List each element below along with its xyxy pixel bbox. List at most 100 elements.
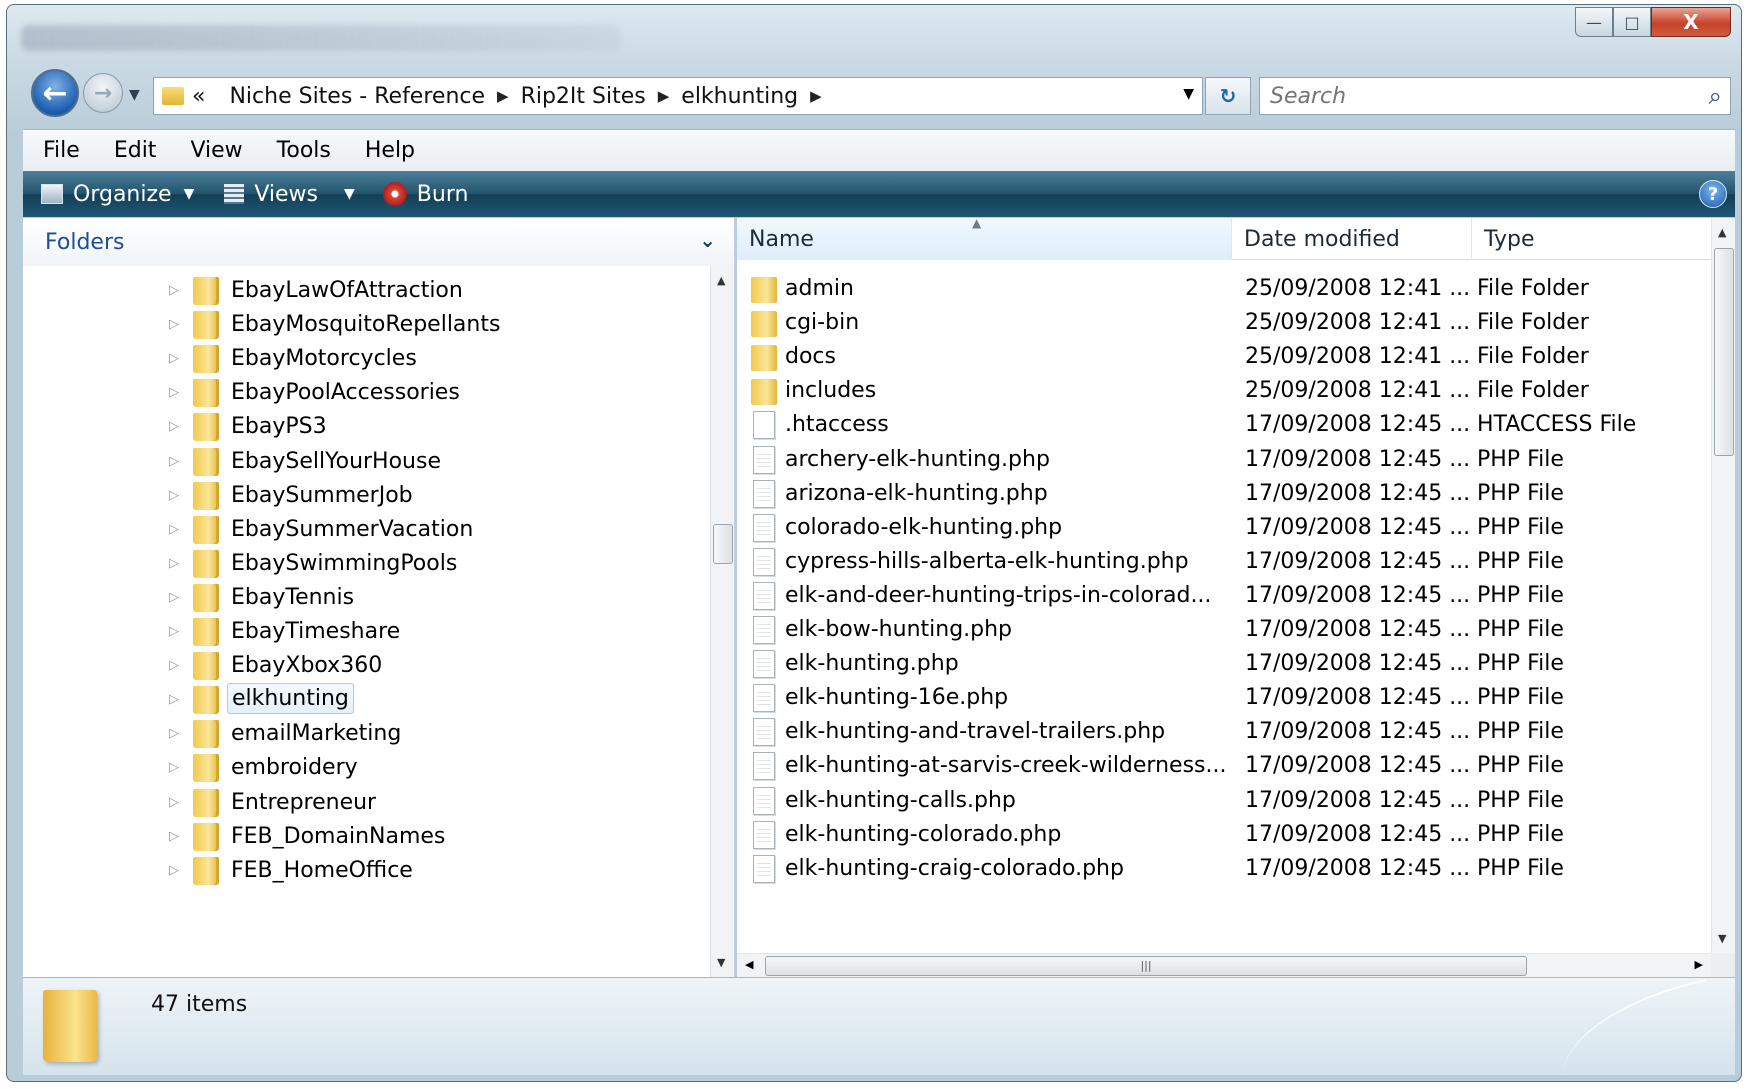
- views-button[interactable]: Views ▼: [224, 182, 355, 207]
- tree-item[interactable]: ▷ EbayTennis: [23, 581, 711, 615]
- scroll-right-arrow-icon[interactable]: ▶: [1695, 958, 1703, 971]
- column-header-type[interactable]: Type: [1472, 218, 1711, 260]
- recent-pages-dropdown-icon[interactable]: ▼: [129, 87, 140, 103]
- file-row[interactable]: elk-hunting.php 17/09/2008 12:45 ... PHP F…: [737, 648, 1711, 682]
- file-row[interactable]: elk-hunting-at-sarvis-creek-wilderness..…: [737, 750, 1711, 784]
- tree-item[interactable]: ▷ EbayTimeshare: [23, 615, 711, 649]
- expand-arrow-icon[interactable]: ▷: [169, 829, 179, 844]
- refresh-button[interactable]: ↻: [1205, 77, 1251, 115]
- expand-arrow-icon[interactable]: ▷: [169, 624, 179, 639]
- scroll-up-arrow-icon[interactable]: ▲: [717, 274, 725, 287]
- expand-arrow-icon[interactable]: ▷: [169, 556, 179, 571]
- file-row[interactable]: elk-hunting-craig-colorado.php 17/09/2008…: [737, 853, 1711, 887]
- scroll-thumb[interactable]: [713, 524, 733, 564]
- scroll-up-arrow-icon[interactable]: ▲: [1718, 226, 1726, 239]
- scroll-thumb[interactable]: |||: [765, 956, 1527, 976]
- expand-arrow-icon[interactable]: ▷: [169, 454, 179, 469]
- tree-item[interactable]: ▷ EbayPoolAccessories: [23, 376, 711, 410]
- expand-arrow-icon[interactable]: ▷: [169, 317, 179, 332]
- expand-arrow-icon[interactable]: ▷: [169, 522, 179, 537]
- tree-item[interactable]: ▷ Entrepreneur: [23, 786, 711, 820]
- file-row[interactable]: elk-hunting-and-travel-trailers.php 17/09…: [737, 716, 1711, 750]
- expand-arrow-icon[interactable]: ▷: [169, 760, 179, 775]
- search-icon[interactable]: ⌕: [1709, 82, 1722, 110]
- close-button[interactable]: X: [1651, 7, 1731, 37]
- menu-help[interactable]: Help: [345, 138, 429, 163]
- breadcrumb-rip2it-sites[interactable]: Rip2It Sites: [521, 84, 646, 109]
- breadcrumb-overflow[interactable]: «: [192, 84, 205, 109]
- expand-arrow-icon[interactable]: ▷: [169, 692, 179, 707]
- file-row[interactable]: elk-hunting-colorado.php 17/09/2008 12:45…: [737, 819, 1711, 853]
- folders-header[interactable]: Folders ⌄: [23, 218, 734, 266]
- expand-arrow-icon[interactable]: ▷: [169, 351, 179, 366]
- scroll-thumb[interactable]: [1714, 248, 1734, 456]
- file-row[interactable]: includes 25/09/2008 12:41 ... File Folder: [737, 375, 1711, 409]
- menu-view[interactable]: View: [170, 138, 256, 163]
- file-list-vertical-scrollbar[interactable]: ▲ ▼: [1711, 218, 1735, 953]
- expand-arrow-icon[interactable]: ▷: [169, 419, 179, 434]
- file-row[interactable]: colorado-elk-hunting.php 17/09/2008 12:45…: [737, 512, 1711, 546]
- tree-item[interactable]: ▷ EbaySummerVacation: [23, 513, 711, 547]
- organize-button[interactable]: Organize ▼: [41, 182, 194, 207]
- file-row[interactable]: elk-hunting-16e.php 17/09/2008 12:45 ... P…: [737, 682, 1711, 716]
- scroll-down-arrow-icon[interactable]: ▼: [717, 956, 725, 969]
- file-row[interactable]: docs 25/09/2008 12:41 ... File Folder: [737, 341, 1711, 375]
- forward-button[interactable]: →: [83, 73, 123, 113]
- file-row[interactable]: cypress-hills-alberta-elk-hunting.php 17/…: [737, 546, 1711, 580]
- tree-item[interactable]: ▷ EbaySwimmingPools: [23, 547, 711, 581]
- tree-item[interactable]: ▷ EbayLawOfAttraction: [23, 274, 711, 308]
- breadcrumb-arrow-icon[interactable]: ▶: [497, 87, 509, 105]
- breadcrumb-niche-sites[interactable]: Niche Sites - Reference: [229, 84, 485, 109]
- file-row[interactable]: elk-hunting-calls.php 17/09/2008 12:45 ..…: [737, 785, 1711, 819]
- tree-item[interactable]: ▷ EbayMosquitoRepellants: [23, 308, 711, 342]
- tree-item[interactable]: ▷ elkhunting: [23, 683, 711, 717]
- breadcrumb-arrow-icon[interactable]: ▶: [658, 87, 670, 105]
- file-row[interactable]: elk-bow-hunting.php 17/09/2008 12:45 ... P…: [737, 614, 1711, 648]
- tree-item[interactable]: ▷ EbaySummerJob: [23, 479, 711, 513]
- expand-arrow-icon[interactable]: ▷: [169, 795, 179, 810]
- tree-item[interactable]: ▷ EbayMotorcycles: [23, 342, 711, 376]
- scroll-down-arrow-icon[interactable]: ▼: [1718, 932, 1726, 945]
- file-row[interactable]: elk-and-deer-hunting-trips-in-colorad...…: [737, 580, 1711, 614]
- address-bar[interactable]: « Niche Sites - Reference ▶ Rip2It Sites…: [153, 77, 1203, 115]
- menu-edit[interactable]: Edit: [94, 138, 171, 163]
- expand-arrow-icon[interactable]: ▷: [169, 590, 179, 605]
- help-icon[interactable]: ?: [1699, 180, 1727, 208]
- file-row[interactable]: arizona-elk-hunting.php 17/09/2008 12:45 …: [737, 478, 1711, 512]
- breadcrumb-elkhunting[interactable]: elkhunting: [681, 84, 798, 109]
- file-row[interactable]: cgi-bin 25/09/2008 12:41 ... File Folder: [737, 307, 1711, 341]
- tree-item[interactable]: ▷ embroidery: [23, 751, 711, 785]
- file-row[interactable]: archery-elk-hunting.php 17/09/2008 12:45 …: [737, 444, 1711, 478]
- minimize-button[interactable]: —: [1575, 7, 1613, 37]
- menu-file[interactable]: File: [23, 138, 94, 163]
- file-list-horizontal-scrollbar[interactable]: ◀ ||| ▶: [737, 953, 1711, 977]
- file-row[interactable]: .htaccess 17/09/2008 12:45 ... HTACCESS Fi…: [737, 409, 1711, 443]
- back-button[interactable]: ←: [31, 69, 79, 117]
- tree-item[interactable]: ▷ FEB_DomainNames: [23, 820, 711, 854]
- address-dropdown-icon[interactable]: ▼: [1183, 86, 1194, 102]
- file-row[interactable]: admin 25/09/2008 12:41 ... File Folder: [737, 273, 1711, 307]
- expand-arrow-icon[interactable]: ▷: [169, 658, 179, 673]
- file-date-modified: 17/09/2008 12:45 ...: [1245, 685, 1471, 711]
- expand-arrow-icon[interactable]: ▷: [169, 863, 179, 878]
- burn-button[interactable]: Burn: [382, 182, 468, 207]
- breadcrumb-arrow-icon[interactable]: ▶: [810, 87, 822, 105]
- tree-item[interactable]: ▷ emailMarketing: [23, 717, 711, 751]
- tree-item[interactable]: ▷ EbayPS3: [23, 410, 711, 444]
- tree-item[interactable]: ▷ FEB_HomeOffice: [23, 854, 711, 888]
- folder-tree-scrollbar[interactable]: ▲ ▼: [710, 266, 734, 977]
- expand-arrow-icon[interactable]: ▷: [169, 385, 179, 400]
- expand-arrow-icon[interactable]: ▷: [169, 283, 179, 298]
- maximize-button[interactable]: □: [1613, 7, 1651, 37]
- expand-arrow-icon[interactable]: ▷: [169, 488, 179, 503]
- scroll-left-arrow-icon[interactable]: ◀: [745, 958, 753, 971]
- column-header-name[interactable]: ▲ Name: [737, 218, 1232, 260]
- collapse-chevron-icon[interactable]: ⌄: [699, 228, 716, 252]
- tree-item[interactable]: ▷ EbayXbox360: [23, 649, 711, 683]
- expand-arrow-icon[interactable]: ▷: [169, 726, 179, 741]
- menu-tools[interactable]: Tools: [257, 138, 345, 163]
- search-input[interactable]: [1270, 83, 1680, 109]
- tree-item[interactable]: ▷ EbaySellYourHouse: [23, 445, 711, 479]
- column-header-date-modified[interactable]: Date modified: [1232, 218, 1472, 260]
- search-box[interactable]: ⌕: [1259, 77, 1731, 115]
